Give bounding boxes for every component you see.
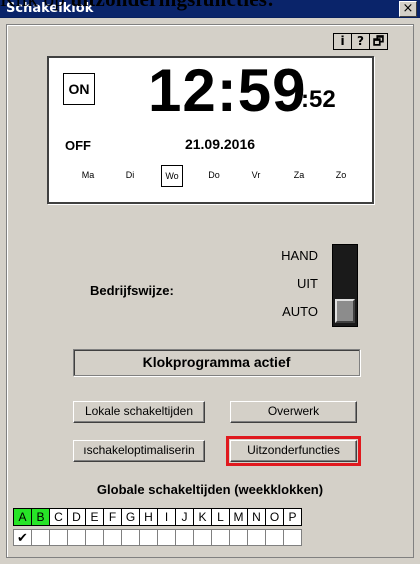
weekclock-c[interactable]: C: [49, 508, 68, 526]
local-times-button[interactable]: Lokale schakeltijden: [73, 401, 205, 423]
off-label[interactable]: OFF: [65, 138, 91, 153]
weekclock-i[interactable]: I: [157, 508, 176, 526]
weekclock-l-checkbox[interactable]: [211, 529, 230, 546]
weekclock-h-checkbox[interactable]: [139, 529, 158, 546]
weekclock-k[interactable]: K: [193, 508, 212, 526]
switch-optimization-button[interactable]: ıschakeloptimaliserin: [73, 440, 205, 462]
weekclock-p[interactable]: P: [283, 508, 302, 526]
help-icon[interactable]: ?: [351, 33, 370, 50]
weekclock-a-checkbox[interactable]: ✔: [13, 529, 32, 546]
weekclock-a[interactable]: A: [13, 508, 32, 526]
weekclock-m-checkbox[interactable]: [229, 529, 248, 546]
mode-hand-label: HAND: [281, 248, 318, 263]
weekclock-b[interactable]: B: [31, 508, 50, 526]
weekclock-n-checkbox[interactable]: [247, 529, 266, 546]
weekclock-l[interactable]: L: [211, 508, 230, 526]
weekclock-g[interactable]: G: [121, 508, 140, 526]
weekclock-g-checkbox[interactable]: [121, 529, 140, 546]
weekclock-m[interactable]: M: [229, 508, 248, 526]
global-times-title: Globale schakeltijden (weekklokken): [96, 482, 324, 497]
clock-display: ON OFF 12:59 :52 21.09.2016 Ma Di Wo Do …: [47, 56, 374, 204]
help-toolbar: i ? 🗗: [333, 33, 388, 50]
weekclock-j[interactable]: J: [175, 508, 194, 526]
day-ma: Ma: [81, 170, 95, 180]
status-field: Klokprogramma actief: [73, 349, 360, 376]
caption-bold: uitzonderingsfuncties:: [70, 0, 274, 11]
info-icon[interactable]: i: [333, 33, 352, 50]
day-za: Za: [293, 170, 305, 180]
weekclock-n[interactable]: N: [247, 508, 266, 526]
weekclock-c-checkbox[interactable]: [49, 529, 68, 546]
schakelklok-window: Schakelklok × i ? 🗗 ON OFF 12:59 :52 21.…: [0, 0, 420, 564]
mode-label: Bedrijfswijze:: [90, 283, 174, 298]
mode-switch-knob[interactable]: [335, 299, 355, 323]
copy-window-icon[interactable]: 🗗: [369, 33, 388, 50]
caption-prefix: Klik op: [0, 0, 70, 11]
weekclock-i-checkbox[interactable]: [157, 529, 176, 546]
mode-switch[interactable]: [332, 244, 358, 327]
weekclock-e[interactable]: E: [85, 508, 104, 526]
weekclock-letters: A B C D E F G H I J K L M N O P: [13, 508, 302, 526]
weekclock-checkboxes: ✔: [13, 529, 302, 546]
weekclock-k-checkbox[interactable]: [193, 529, 212, 546]
weekclock-p-checkbox[interactable]: [283, 529, 302, 546]
instruction-caption: Klik op uitzonderingsfuncties:: [0, 0, 420, 11]
overtime-button[interactable]: Overwerk: [230, 401, 357, 423]
weekclock-d-checkbox[interactable]: [67, 529, 86, 546]
weekclock-e-checkbox[interactable]: [85, 529, 104, 546]
day-zo: Zo: [335, 170, 347, 180]
clock-date: 21.09.2016: [184, 136, 256, 152]
clock-time: 12:59: [148, 57, 307, 124]
day-vr: Vr: [251, 170, 261, 180]
weekclock-b-checkbox[interactable]: [31, 529, 50, 546]
weekclock-f[interactable]: F: [103, 508, 122, 526]
weekclock-f-checkbox[interactable]: [103, 529, 122, 546]
exception-functions-button[interactable]: Uitzonderfuncties: [226, 436, 361, 466]
day-di: Di: [125, 170, 135, 180]
weekclock-j-checkbox[interactable]: [175, 529, 194, 546]
mode-options: HAND UIT AUTO: [228, 248, 318, 323]
day-wo: Wo: [161, 165, 183, 187]
weekclock-d[interactable]: D: [67, 508, 86, 526]
day-do: Do: [208, 170, 220, 180]
on-button[interactable]: ON: [63, 73, 95, 105]
weekday-row: Ma Di Wo Do Vr Za Zo: [77, 165, 362, 187]
mode-uit-label: UIT: [297, 276, 318, 291]
clock-seconds: :52: [301, 86, 336, 113]
weekclock-o-checkbox[interactable]: [265, 529, 284, 546]
weekclock-o[interactable]: O: [265, 508, 284, 526]
mode-auto-label: AUTO: [282, 304, 318, 319]
weekclock-h[interactable]: H: [139, 508, 158, 526]
